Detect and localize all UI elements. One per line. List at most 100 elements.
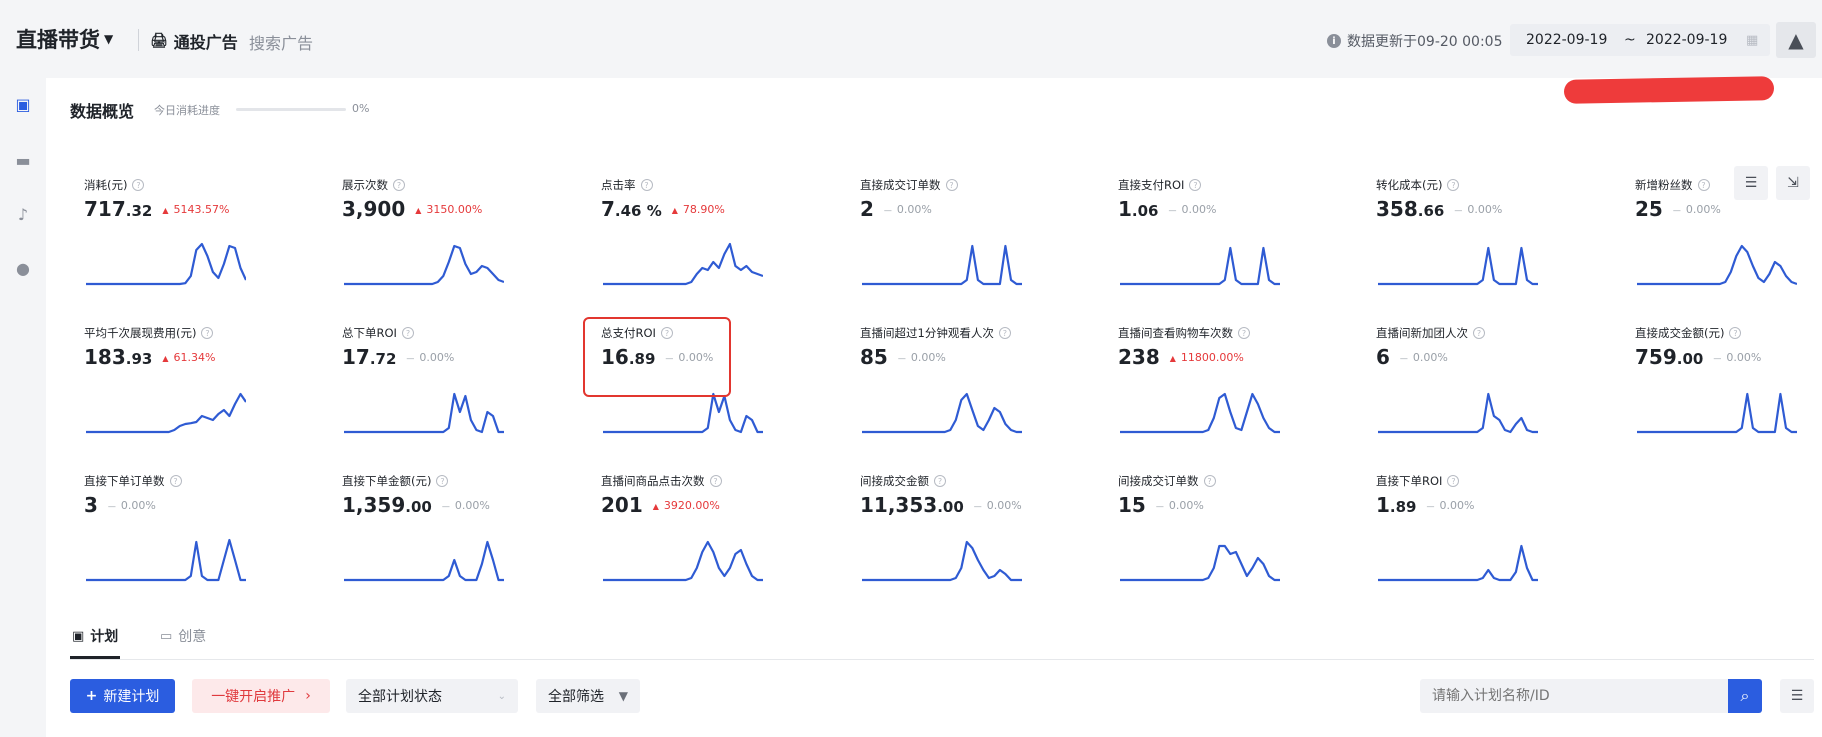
metric-card[interactable]: 消耗(元)? 717.32 ▲ 5143.57% <box>84 177 334 307</box>
metric-card[interactable]: 直播间查看购物车次数? 238 ▲ 11800.00% <box>1118 325 1368 455</box>
metric-value: 238 <box>1118 345 1160 369</box>
highlight-box <box>583 317 731 397</box>
help-icon[interactable]: ? <box>1203 475 1216 487</box>
tab-creative[interactable]: ▭ 创意 <box>160 626 206 646</box>
metric-card[interactable]: 直接下单ROI? 1.89 — 0.00% <box>1376 473 1626 603</box>
tiktok-icon[interactable]: ♪ <box>13 204 33 224</box>
nav-tab-general-ads[interactable]: 🖨 通投广告 <box>150 29 238 53</box>
metric-card[interactable]: 点击率? 7.46 % ▲ 78.90% <box>601 177 851 307</box>
sparkline <box>1120 392 1280 434</box>
metric-value: 2 <box>860 197 874 221</box>
date-range-picker[interactable]: 2022-09-19 ~ 2022-09-19 ▦ <box>1510 24 1770 56</box>
metric-value-dec: .00 <box>405 498 432 516</box>
metric-value-dec: .72 <box>369 350 397 368</box>
metric-value-int: 3,900 <box>342 197 406 221</box>
metric-change-text: 0.00% <box>419 351 455 364</box>
metric-card[interactable]: 间接成交订单数? 15 — 0.00% <box>1118 473 1368 603</box>
metric-label: 直接成交订单数? <box>860 177 958 193</box>
metric-value-int: 25 <box>1635 197 1663 221</box>
help-icon[interactable]: ? <box>709 475 722 487</box>
overview-icon[interactable]: ▣ <box>13 94 33 114</box>
metric-card[interactable]: 直接下单订单数? 3 — 0.00% <box>84 473 334 603</box>
folder-icon[interactable]: ▬ <box>13 150 33 170</box>
help-icon[interactable]: ? <box>945 179 958 191</box>
help-icon[interactable]: ? <box>640 179 653 191</box>
plan-icon: ▣ <box>72 628 85 644</box>
metric-label-text: 直播间查看购物车次数 <box>1118 326 1233 340</box>
search-input[interactable] <box>1420 679 1728 713</box>
help-icon[interactable]: ? <box>393 179 405 191</box>
sparkline-line <box>1120 246 1280 286</box>
dash-icon: — <box>1155 502 1164 511</box>
metric-label: 直接成交金额(元)? <box>1635 325 1742 341</box>
help-icon[interactable]: ? <box>1189 179 1202 191</box>
metric-card[interactable]: 平均千次展现费用(元)? 183.93 ▲ 61.34% <box>84 325 334 455</box>
help-icon[interactable]: ? <box>401 327 414 339</box>
brand-dropdown[interactable]: 直播带货 ▼ <box>16 24 113 54</box>
metric-card[interactable]: 直接成交订单数? 2 — 0.00% <box>860 177 1110 307</box>
help-icon[interactable]: ? <box>1447 475 1460 487</box>
metric-card[interactable]: 间接成交金额? 11,353.00 — 0.00% <box>860 473 1110 603</box>
sparkline <box>86 242 246 286</box>
metric-change: ▲ 5143.57% <box>162 203 229 216</box>
plan-status-select[interactable]: 全部计划状态 ⌄ <box>346 679 518 713</box>
sparkline <box>344 244 504 286</box>
arrow-up-icon: ▲ <box>652 502 659 511</box>
notification-button[interactable]: ▲ <box>1776 22 1816 58</box>
metric-card[interactable]: 新增粉丝数? 25 — 0.00% <box>1635 177 1822 307</box>
sparkline <box>1378 544 1538 582</box>
metric-card[interactable]: 总下单ROI? 17.72 — 0.00% <box>342 325 592 455</box>
new-plan-label: 新建计划 <box>103 689 160 705</box>
help-icon[interactable]: ? <box>201 327 214 339</box>
creative-icon: ▭ <box>160 628 173 644</box>
column-settings-button[interactable]: ☰ <box>1780 679 1814 713</box>
dash-icon: — <box>1672 206 1681 215</box>
metric-card[interactable]: 直接下单金额(元)? 1,359.00 — 0.00% <box>342 473 592 603</box>
metric-card[interactable]: 直接支付ROI? 1.06 — 0.00% <box>1118 177 1368 307</box>
metric-card[interactable]: 展示次数? 3,900 ▲ 3150.00% <box>342 177 592 307</box>
sparkline-line <box>862 392 1022 434</box>
metric-value: 717.32 <box>84 197 152 221</box>
metric-card[interactable]: 直播间新加团人次? 6 — 0.00% <box>1376 325 1626 455</box>
tab-plan-label: 计划 <box>90 629 119 645</box>
help-icon[interactable]: ? <box>169 475 182 487</box>
filter-label: 全部筛选 <box>548 689 604 705</box>
sparkline-line <box>86 242 246 286</box>
metric-card[interactable]: 直播间商品点击次数? 201 ▲ 3920.00% <box>601 473 851 603</box>
search-button[interactable]: ⌕ <box>1728 679 1762 713</box>
launch-promotion-button[interactable]: 一键开启推广 › <box>192 679 330 713</box>
tab-plan[interactable]: ▣ 计划 <box>72 626 118 646</box>
metric-change: — 0.00% <box>108 499 156 512</box>
metric-value: 25 <box>1635 197 1663 221</box>
help-icon[interactable]: ? <box>1697 179 1710 191</box>
help-icon[interactable]: ? <box>436 475 449 487</box>
metric-change: — 0.00% <box>974 499 1022 512</box>
metric-value: 85 <box>860 345 888 369</box>
sparkline <box>603 242 763 286</box>
arrow-up-icon: ▲ <box>415 206 422 215</box>
top-bar: 直播带货 ▼ 🖨 通投广告 搜索广告 i 数据更新于09-20 00:05 20… <box>0 0 1822 78</box>
sparkline-line <box>862 244 1022 286</box>
tab-creative-label: 创意 <box>178 629 207 645</box>
help-icon[interactable]: ? <box>998 327 1011 339</box>
metric-change: — 0.00% <box>1673 203 1721 216</box>
new-plan-button[interactable]: + 新建计划 <box>70 679 175 713</box>
help-icon[interactable]: ? <box>132 179 145 191</box>
metric-label: 消耗(元)? <box>84 177 145 193</box>
metric-card[interactable]: 直播间超过1分钟观看人次? 85 — 0.00% <box>860 325 1110 455</box>
metric-card[interactable]: 直接成交金额(元)? 759.00 — 0.00% <box>1635 325 1822 455</box>
metric-change-text: 0.00% <box>910 351 946 364</box>
help-icon[interactable]: ? <box>934 475 946 487</box>
help-icon[interactable]: ? <box>1447 179 1460 191</box>
metric-card[interactable]: 转化成本(元)? 358.66—0.00% <box>1376 177 1626 307</box>
metric-value-int: 358 <box>1376 197 1418 221</box>
help-icon[interactable]: ? <box>1473 327 1485 339</box>
filter-select[interactable]: 全部筛选 ▼ <box>536 679 640 713</box>
sparkline <box>1120 246 1280 286</box>
help-icon[interactable]: ? <box>1729 327 1742 339</box>
metric-label: 直播间查看购物车次数? <box>1118 325 1250 341</box>
nav-tab-search-ads[interactable]: 搜索广告 <box>249 30 313 54</box>
help-icon[interactable]: ? <box>1238 327 1250 339</box>
user-icon[interactable]: ● <box>13 258 33 278</box>
metric-change: ▲ 3920.00% <box>653 499 720 512</box>
